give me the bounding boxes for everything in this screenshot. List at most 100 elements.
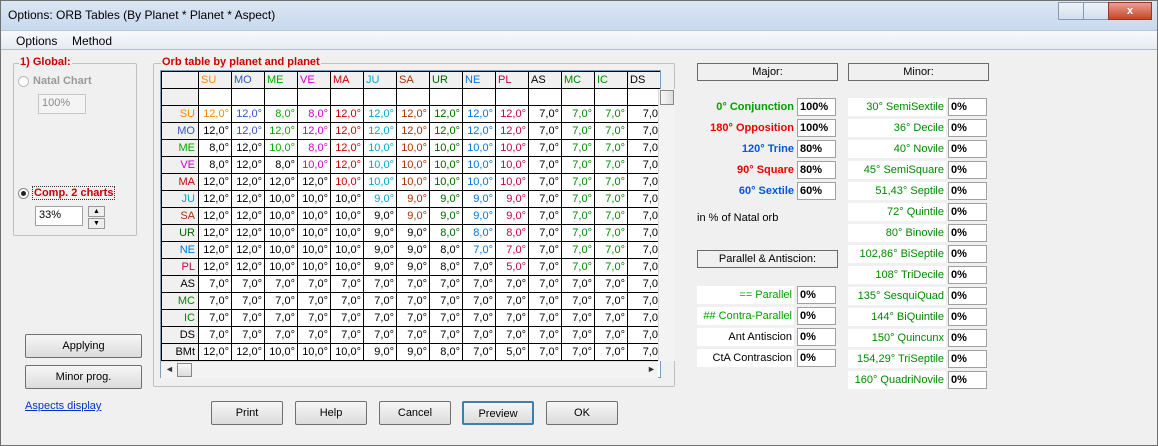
orb-cell[interactable]: 10,0° [429,173,463,191]
orb-cell[interactable]: 9,0° [429,207,463,225]
spin-up-arrow-icon[interactable]: ▲ [88,206,105,217]
orb-cell[interactable]: 7,0° [594,292,628,310]
orb-cell[interactable]: 7,0° [264,326,298,344]
orb-cell[interactable]: 7,0 [627,275,660,293]
row-header[interactable]: SU [161,105,199,123]
orb-cell[interactable]: 10,0° [330,258,364,276]
orb-cell[interactable]: 7,0° [528,275,562,293]
orb-cell[interactable]: 7,0° [594,190,628,208]
orb-cell[interactable]: 7,0° [330,275,364,293]
orb-cell[interactable]: 12,0° [231,173,265,191]
orb-cell[interactable]: 7,0° [264,309,298,327]
orb-cell[interactable]: 7,0° [495,241,529,259]
orb-cell[interactable]: 12,0° [495,122,529,140]
cancel-button[interactable]: Cancel [379,401,451,425]
orb-cell[interactable]: 7,0° [594,224,628,242]
orb-cell[interactable]: 10,0° [297,156,331,174]
column-header[interactable]: VE [297,71,331,89]
orb-cell[interactable]: 10,0° [462,139,496,157]
orb-cell[interactable]: 10,0° [363,156,397,174]
orb-cell[interactable]: 12,0° [231,207,265,225]
orb-cell[interactable]: 10,0° [330,190,364,208]
orb-cell[interactable]: 7,0° [429,275,463,293]
orb-cell[interactable]: 12,0° [198,343,232,361]
maximize-button[interactable] [1083,2,1109,20]
orb-cell[interactable]: 7,0° [528,292,562,310]
column-header[interactable]: MA [330,71,364,89]
orb-cell[interactable]: 5,0° [495,258,529,276]
column-header[interactable]: UR [429,71,463,89]
orb-cell[interactable]: 7,0° [363,275,397,293]
orb-cell[interactable]: 7,0° [561,156,595,174]
orb-cell[interactable]: 7,0° [363,309,397,327]
major-aspect-percent-field[interactable]: 80% [797,140,836,158]
column-header[interactable]: DS [627,71,660,89]
close-button[interactable]: x [1108,2,1152,20]
orb-cell[interactable]: 7,0 [627,139,660,157]
orb-cell[interactable]: 9,0° [429,190,463,208]
orb-cell[interactable]: 7,0° [594,258,628,276]
orb-cell[interactable]: 7,0° [594,326,628,344]
minor-aspect-percent-field[interactable]: 0% [948,224,987,242]
orb-cell[interactable]: 7,0° [561,241,595,259]
orb-cell[interactable]: 12,0° [396,122,430,140]
orb-cell[interactable]: 7,0° [594,309,628,327]
orb-cell[interactable]: 10,0° [495,173,529,191]
orb-cell[interactable]: 7,0° [297,309,331,327]
orb-cell[interactable]: 7,0° [528,258,562,276]
orb-cell[interactable]: 10,0° [264,190,298,208]
column-header[interactable]: MO [231,71,265,89]
major-aspect-percent-field[interactable]: 100% [797,119,836,137]
minor-prog-button[interactable]: Minor prog. [25,365,142,389]
orb-cell[interactable]: 7,0° [561,275,595,293]
orb-cell[interactable]: 8,0° [429,343,463,361]
orb-cell[interactable]: 7,0° [330,309,364,327]
orb-cell[interactable]: 10,0° [330,207,364,225]
orb-cell[interactable]: 7,0 [627,224,660,242]
comp-2-charts-radio[interactable] [18,188,29,199]
orb-cell[interactable]: 12,0° [330,122,364,140]
orb-cell[interactable]: 7,0 [627,190,660,208]
column-header[interactable]: AS [528,71,562,89]
orb-cell[interactable]: 7,0° [594,173,628,191]
orb-cell[interactable]: 12,0° [198,241,232,259]
orb-cell[interactable]: 7,0 [627,207,660,225]
orb-cell[interactable]: 8,0° [429,224,463,242]
orb-cell[interactable]: 7,0° [462,258,496,276]
orb-cell[interactable]: 7,0° [495,292,529,310]
orb-cell[interactable]: 7,0° [330,292,364,310]
orb-cell[interactable]: 7,0° [594,275,628,293]
orb-cell[interactable]: 10,0° [264,241,298,259]
orb-cell[interactable]: 10,0° [297,258,331,276]
orb-cell[interactable]: 12,0° [198,190,232,208]
minor-aspect-percent-field[interactable]: 0% [948,182,987,200]
orb-cell[interactable]: 7,0° [363,292,397,310]
row-header[interactable]: IC [161,309,199,327]
orb-cell[interactable]: 9,0° [396,258,430,276]
minor-aspect-percent-field[interactable]: 0% [948,203,987,221]
orb-cell[interactable]: 12,0° [462,105,496,123]
orb-cell[interactable]: 7,0° [198,326,232,344]
orb-cell[interactable]: 7,0° [561,173,595,191]
orb-cell[interactable]: 7,0° [528,139,562,157]
minor-aspect-percent-field[interactable]: 0% [948,371,987,389]
orb-cell[interactable]: 7,0 [627,343,660,361]
orb-cell[interactable]: 7,0° [528,156,562,174]
orb-cell[interactable]: 8,0° [198,156,232,174]
column-header[interactable]: ME [264,71,298,89]
menu-options[interactable]: Options [16,34,57,48]
vertical-scrollbar[interactable] [658,89,675,361]
minor-aspect-percent-field[interactable]: 0% [948,140,987,158]
orb-cell[interactable]: 10,0° [297,224,331,242]
orb-cell[interactable]: 10,0° [429,139,463,157]
orb-cell[interactable]: 7,0° [363,326,397,344]
orb-cell[interactable]: 7,0° [594,207,628,225]
orb-cell[interactable]: 7,0° [528,105,562,123]
orb-cell[interactable]: 10,0° [330,241,364,259]
row-header[interactable]: DS [161,326,199,344]
orb-cell[interactable]: 12,0° [330,105,364,123]
row-header[interactable]: NE [161,241,199,259]
comp-percent-field[interactable]: 33% [35,206,83,226]
orb-cell[interactable]: 7,0° [462,326,496,344]
orb-cell[interactable]: 10,0° [264,258,298,276]
